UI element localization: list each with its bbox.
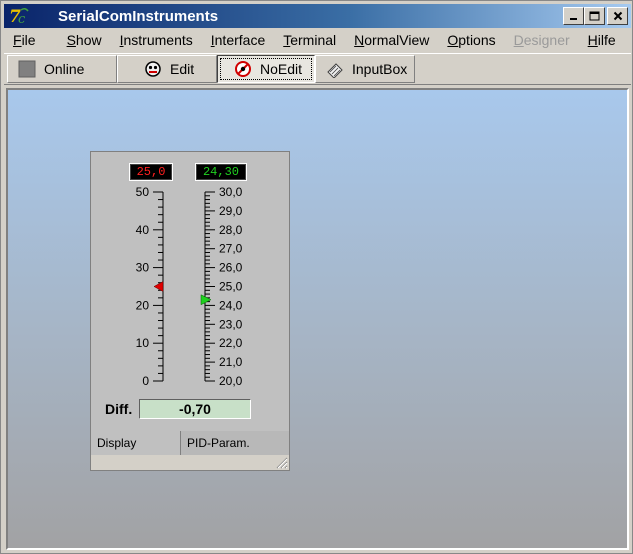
menu-interface[interactable]: Interface [202, 32, 274, 48]
tab-display[interactable]: Display [91, 431, 181, 455]
right-scale-tick-label: 25,0 [219, 280, 243, 294]
maximize-button[interactable] [584, 7, 605, 25]
svg-text:c: c [18, 12, 26, 26]
left-scale-tick-label: 30 [136, 261, 150, 275]
menu-show[interactable]: Show [45, 32, 111, 48]
menu-hilfe[interactable]: Hilfe [579, 32, 625, 48]
right-scale-tick-label: 24,0 [219, 298, 243, 312]
menu-bar: File Show Instruments Interface Terminal… [4, 29, 631, 51]
right-scale-tick-label: 30,0 [219, 185, 243, 199]
right-scale-tick-label: 22,0 [219, 336, 243, 350]
left-scale-tick-label: 0 [142, 374, 149, 388]
app-logo-icon[interactable]: 7 c [8, 6, 30, 26]
tab-pid-param[interactable]: PID-Param. [181, 431, 289, 455]
dual-scale-gauge: 50 40 30 20 10 0 30,0 29,0 28,0 27,0 26,0 25,0 24,0 2… [136, 185, 243, 388]
right-scale-tick-label: 27,0 [219, 242, 243, 256]
main-window: 7 c SerialComInstruments File Show Instr… [0, 0, 633, 554]
panel-footer [91, 455, 289, 470]
close-icon [613, 11, 622, 21]
right-scale-pointer [200, 294, 212, 306]
menu-options[interactable]: Options [438, 32, 504, 48]
diff-label: Diff. [105, 401, 133, 417]
diff-value-field: -0,70 [139, 399, 251, 419]
inputbox-label: InputBox [352, 61, 408, 77]
edit-button[interactable]: Edit [117, 55, 217, 83]
noedit-icon [234, 60, 252, 78]
menu-file[interactable]: File [4, 32, 45, 48]
noedit-label: NoEdit [260, 61, 303, 77]
edit-icon [144, 60, 162, 78]
minimize-button[interactable] [563, 7, 584, 25]
maximize-icon [589, 11, 600, 21]
inputbox-icon [326, 60, 344, 78]
left-scale-tick-label: 50 [136, 185, 150, 199]
window-title: SerialComInstruments [58, 7, 219, 25]
left-scale-tick-label: 40 [136, 223, 150, 237]
panel-tabs: Display PID-Param. [91, 431, 289, 455]
close-button[interactable] [607, 7, 628, 25]
right-scale-tick-label: 28,0 [219, 223, 243, 237]
instrument-panel[interactable]: 25,0 24,30 50 40 30 20 10 0 30,0 29,0 28,0 27,0 26… [90, 151, 290, 471]
toolbar: Online Edit NoEdit InputBox [4, 53, 631, 85]
right-scale-tick-label: 23,0 [219, 317, 243, 331]
menu-normalview[interactable]: NormalView [345, 32, 438, 48]
right-scale-tick-label: 26,0 [219, 261, 243, 275]
minimize-icon [569, 18, 577, 20]
menu-instruments[interactable]: Instruments [111, 32, 202, 48]
right-value-display: 24,30 [195, 163, 247, 181]
online-label: Online [44, 61, 85, 77]
right-scale-tick-label: 20,0 [219, 374, 243, 388]
window-controls [563, 7, 628, 25]
workspace-area: 25,0 24,30 50 40 30 20 10 0 30,0 29,0 28,0 27,0 26… [6, 88, 629, 550]
menu-terminal[interactable]: Terminal [274, 32, 345, 48]
left-scale-tick-label: 10 [136, 336, 150, 350]
title-bar[interactable]: 7 c SerialComInstruments [4, 4, 631, 28]
online-status-icon [18, 60, 36, 78]
inputbox-button[interactable]: InputBox [315, 55, 415, 83]
edit-label: Edit [170, 61, 195, 77]
right-scale-tick-label: 29,0 [219, 204, 243, 218]
resize-grip-icon[interactable] [276, 457, 288, 469]
left-value-display: 25,0 [129, 163, 173, 181]
menu-designer: Designer [513, 32, 570, 48]
noedit-button[interactable]: NoEdit [217, 55, 315, 83]
right-scale-tick-label: 21,0 [219, 355, 243, 369]
online-button[interactable]: Online [7, 55, 117, 83]
left-scale-tick-label: 20 [136, 298, 150, 312]
